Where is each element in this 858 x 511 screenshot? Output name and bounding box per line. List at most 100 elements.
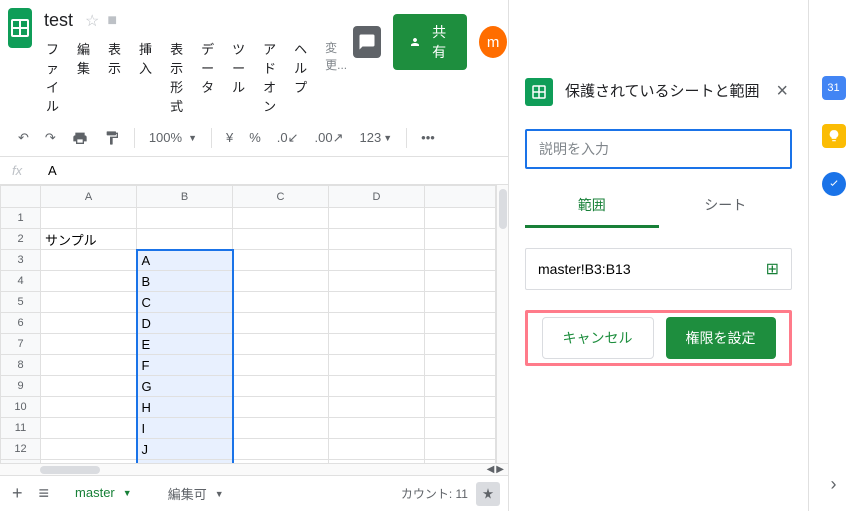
cell[interactable] — [41, 397, 137, 418]
add-sheet-button[interactable]: + — [8, 479, 27, 508]
all-sheets-button[interactable]: ≡ — [35, 479, 54, 508]
column-header[interactable]: C — [233, 186, 329, 208]
range-field[interactable]: master!B3:B13 ⊞ — [525, 248, 792, 290]
tasks-icon[interactable] — [822, 172, 846, 196]
cell[interactable] — [329, 376, 425, 397]
row-header[interactable]: 10 — [1, 397, 41, 418]
menu-item[interactable]: アドオン — [257, 35, 282, 119]
cell[interactable] — [41, 334, 137, 355]
row-header[interactable]: 8 — [1, 355, 41, 376]
cell[interactable] — [329, 208, 425, 229]
row-header[interactable]: 13 — [1, 460, 41, 464]
cell[interactable] — [329, 229, 425, 250]
cell[interactable]: B — [137, 271, 233, 292]
dec-decimal-btn[interactable]: .0↙ — [271, 126, 305, 150]
cell[interactable] — [329, 313, 425, 334]
cancel-button[interactable]: キャンセル — [542, 317, 654, 359]
cell[interactable] — [329, 271, 425, 292]
explore-button[interactable] — [476, 482, 500, 506]
cell[interactable] — [329, 418, 425, 439]
cell[interactable] — [41, 355, 137, 376]
avatar[interactable]: m — [479, 26, 507, 58]
cell[interactable] — [233, 376, 329, 397]
inc-decimal-btn[interactable]: .00↗ — [309, 126, 350, 150]
cell[interactable] — [41, 250, 137, 271]
zoom-select[interactable]: 100%▼ — [143, 126, 203, 149]
cell[interactable]: I — [137, 418, 233, 439]
cell[interactable] — [41, 376, 137, 397]
cell[interactable] — [329, 397, 425, 418]
set-permissions-button[interactable]: 権限を設定 — [666, 317, 776, 359]
menu-item[interactable]: 表示 — [102, 35, 127, 119]
expand-sidebar-icon[interactable]: › — [831, 474, 837, 495]
cell[interactable] — [41, 271, 137, 292]
cell[interactable] — [233, 439, 329, 460]
vertical-scrollbar[interactable] — [496, 185, 508, 463]
cell[interactable]: C — [137, 292, 233, 313]
cell[interactable] — [329, 460, 425, 464]
cell[interactable] — [329, 355, 425, 376]
cell[interactable] — [41, 208, 137, 229]
undo-icon[interactable]: ↶ — [12, 126, 35, 150]
print-icon[interactable] — [66, 126, 94, 150]
cell[interactable] — [137, 229, 233, 250]
menu-item[interactable]: ファイル — [40, 35, 65, 119]
cell[interactable] — [233, 460, 329, 464]
menu-item[interactable]: 挿入 — [133, 35, 158, 119]
star-icon[interactable]: ☆ — [85, 11, 99, 31]
cell[interactable]: J — [137, 439, 233, 460]
sheet-tab-editable[interactable]: 編集可▼ — [154, 478, 238, 509]
changes-text[interactable]: 変更... — [319, 35, 353, 119]
cell[interactable]: K — [137, 460, 233, 464]
sheet-tab-master[interactable]: master▼ — [61, 479, 146, 508]
horizontal-scrollbar[interactable]: ◀▶ — [0, 463, 508, 475]
num-format-btn[interactable]: 123▼ — [354, 126, 399, 149]
formula-input[interactable] — [40, 163, 508, 178]
cell[interactable] — [41, 292, 137, 313]
tab-range[interactable]: 範囲 — [525, 185, 659, 228]
cell[interactable]: H — [137, 397, 233, 418]
cell[interactable]: F — [137, 355, 233, 376]
menu-item[interactable]: ツール — [226, 35, 251, 119]
cell[interactable]: G — [137, 376, 233, 397]
percent-btn[interactable]: % — [243, 126, 267, 149]
cell[interactable] — [137, 208, 233, 229]
cell[interactable] — [329, 439, 425, 460]
column-header[interactable]: A — [41, 186, 137, 208]
menu-item[interactable]: データ — [195, 35, 220, 119]
cell[interactable] — [329, 292, 425, 313]
comments-button[interactable] — [353, 26, 381, 58]
cell[interactable] — [233, 271, 329, 292]
row-header[interactable]: 7 — [1, 334, 41, 355]
cell[interactable] — [233, 229, 329, 250]
more-btn[interactable]: ••• — [415, 126, 441, 149]
grid-select-icon[interactable]: ⊞ — [766, 259, 779, 279]
doc-title[interactable]: test — [40, 8, 77, 33]
cell[interactable] — [41, 439, 137, 460]
cell[interactable] — [233, 418, 329, 439]
row-header[interactable]: 11 — [1, 418, 41, 439]
cell[interactable] — [41, 418, 137, 439]
column-header[interactable]: B — [137, 186, 233, 208]
spreadsheet-grid[interactable]: ABCD12サンプル3A4B5C6D7E8F9G10H11I12J13K1415 — [0, 185, 496, 463]
row-header[interactable]: 2 — [1, 229, 41, 250]
column-header[interactable]: D — [329, 186, 425, 208]
row-header[interactable]: 1 — [1, 208, 41, 229]
keep-icon[interactable] — [822, 124, 846, 148]
menu-item[interactable]: 表示形式 — [164, 35, 189, 119]
paint-format-icon[interactable] — [98, 126, 126, 150]
folder-icon[interactable]: ■ — [107, 12, 117, 30]
calendar-icon[interactable]: 31 — [822, 76, 846, 100]
cell[interactable] — [329, 334, 425, 355]
cell[interactable] — [233, 250, 329, 271]
cell[interactable] — [233, 334, 329, 355]
cell[interactable] — [233, 292, 329, 313]
row-header[interactable]: 12 — [1, 439, 41, 460]
cell[interactable] — [41, 460, 137, 464]
tab-sheet[interactable]: シート — [659, 185, 793, 228]
row-header[interactable]: 6 — [1, 313, 41, 334]
cell[interactable] — [233, 397, 329, 418]
cell[interactable] — [233, 208, 329, 229]
menu-item[interactable]: 編集 — [71, 35, 96, 119]
menu-item[interactable]: ヘルプ — [288, 35, 313, 119]
